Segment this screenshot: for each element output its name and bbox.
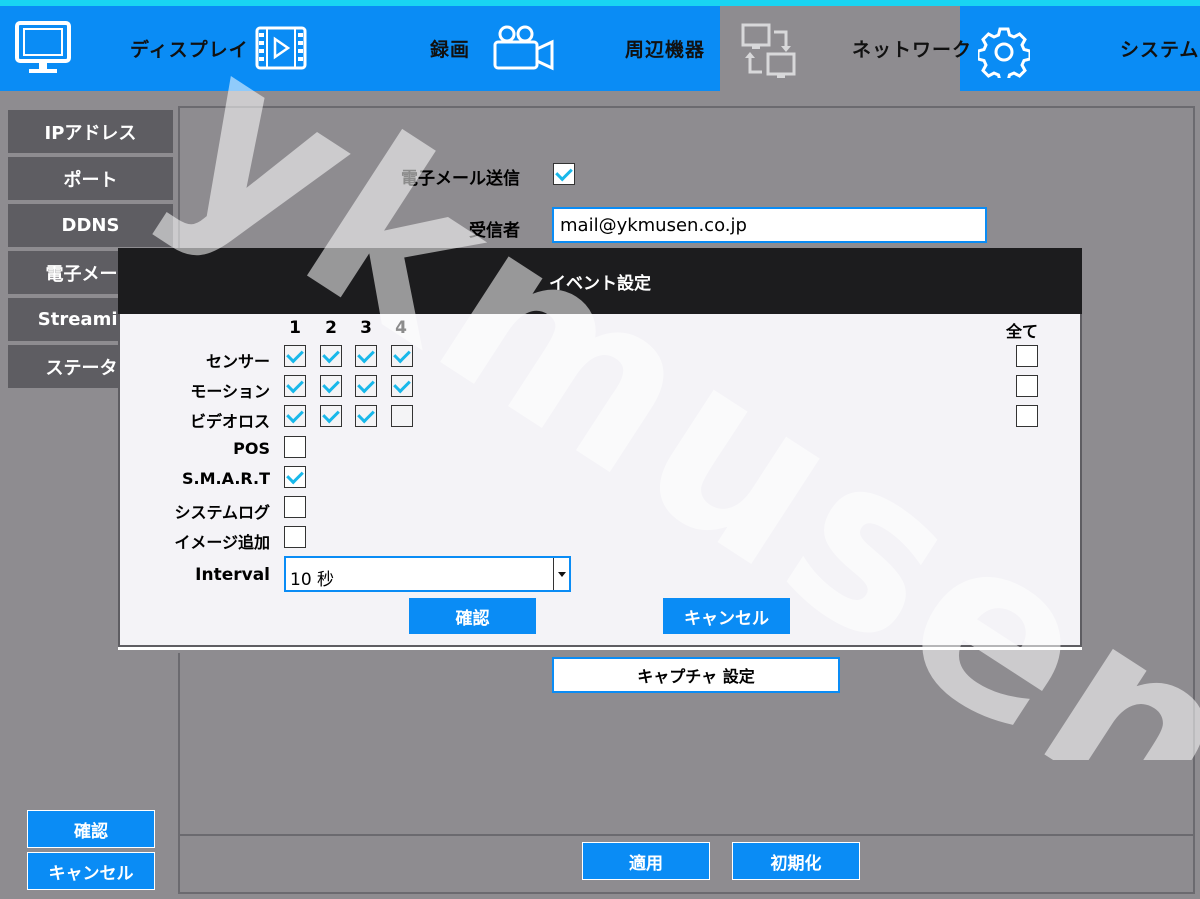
dialog-bottom-edge <box>118 647 1082 653</box>
sidebar-item-label: IPアドレス <box>44 122 137 144</box>
video-loss-ch3-checkbox[interactable] <box>355 405 377 427</box>
apply-button[interactable]: 適用 <box>582 842 710 880</box>
nav-record-label: 録画 <box>430 39 471 61</box>
video-loss-ch2-checkbox[interactable] <box>320 405 342 427</box>
video-loss-ch4-checkbox[interactable] <box>391 405 413 427</box>
nav-network-label: ネットワーク <box>852 39 973 61</box>
motion-ch3-checkbox[interactable] <box>355 375 377 397</box>
column-header-all: 全て <box>1006 322 1039 341</box>
interval-select[interactable]: 10 秒 <box>284 556 571 592</box>
recipient-input[interactable]: mail@ykmusen.co.jp <box>552 207 987 243</box>
motion-ch1-checkbox[interactable] <box>284 375 306 397</box>
video-loss-label: ビデオロス <box>189 412 270 431</box>
dialog-cancel-button[interactable]: キャンセル <box>663 598 790 634</box>
sensor-label: センサー <box>205 352 270 371</box>
sensor-ch4-checkbox[interactable] <box>391 345 413 367</box>
nav-display[interactable]: ディスプレイ <box>130 6 249 91</box>
column-header-1: 1 <box>289 318 301 338</box>
smart-label: S.M.A.R.T <box>182 469 270 488</box>
capture-settings-button[interactable]: キャプチャ 設定 <box>552 657 840 693</box>
sidebar-cancel-button[interactable]: キャンセル <box>27 852 155 890</box>
monitor-icon[interactable] <box>14 20 72 80</box>
gear-icon[interactable] <box>976 26 1032 83</box>
sidebar-item-port[interactable]: ポート <box>8 157 173 202</box>
chevron-down-icon[interactable] <box>553 558 569 590</box>
sensor-all-checkbox[interactable] <box>1016 345 1038 367</box>
system-log-label: システムログ <box>174 503 270 522</box>
email-send-checkbox[interactable] <box>553 163 575 185</box>
column-header-3: 3 <box>360 318 372 338</box>
event-settings-dialog: イベント設定 1 2 3 4 全て センサー モーション ビデオロス POS S… <box>118 248 1082 653</box>
reset-button[interactable]: 初期化 <box>732 842 860 880</box>
nav-network[interactable]: ネットワーク <box>852 6 972 91</box>
nav-peripheral-label: 周辺機器 <box>625 39 706 61</box>
sidebar-item-ddns[interactable]: DDNS <box>8 204 173 249</box>
video-camera-icon[interactable] <box>492 24 556 78</box>
motion-ch2-checkbox[interactable] <box>320 375 342 397</box>
film-icon[interactable] <box>255 26 307 74</box>
dialog-title: イベント設定 <box>118 248 1082 314</box>
column-header-4: 4 <box>395 318 407 338</box>
network-icon[interactable] <box>740 22 798 86</box>
add-image-label: イメージ追加 <box>174 533 270 552</box>
video-loss-all-checkbox[interactable] <box>1016 405 1038 427</box>
nav-system-label: システム <box>1120 39 1200 61</box>
interval-value: 10 秒 <box>290 570 335 590</box>
system-log-checkbox[interactable] <box>284 496 306 518</box>
pos-checkbox[interactable] <box>284 436 306 458</box>
motion-label: モーション <box>190 382 270 401</box>
smart-checkbox[interactable] <box>284 466 306 488</box>
top-navigation: ディスプレイ 録画 周辺機器 ネットワーク システム <box>0 0 1200 91</box>
sidebar-item-ip-address[interactable]: IPアドレス <box>8 110 173 155</box>
sensor-ch3-checkbox[interactable] <box>355 345 377 367</box>
nav-record[interactable]: 録画 <box>430 6 470 91</box>
sensor-ch2-checkbox[interactable] <box>320 345 342 367</box>
nav-peripheral[interactable]: 周辺機器 <box>625 6 705 91</box>
add-image-checkbox[interactable] <box>284 526 306 548</box>
nav-system[interactable]: システム <box>1120 6 1199 91</box>
email-send-label: 電子メール送信 <box>401 169 520 189</box>
sidebar-item-label: ポート <box>63 169 118 191</box>
sidebar-item-label: DDNS <box>61 215 120 236</box>
sidebar-ok-button[interactable]: 確認 <box>27 810 155 848</box>
video-loss-ch1-checkbox[interactable] <box>284 405 306 427</box>
nav-display-label: ディスプレイ <box>130 39 249 61</box>
motion-ch4-checkbox[interactable] <box>391 375 413 397</box>
column-header-2: 2 <box>325 318 337 338</box>
footer-divider <box>178 834 1195 836</box>
recipient-label: 受信者 <box>469 221 520 241</box>
pos-label: POS <box>233 439 270 458</box>
dialog-ok-button[interactable]: 確認 <box>409 598 536 634</box>
sensor-ch1-checkbox[interactable] <box>284 345 306 367</box>
motion-all-checkbox[interactable] <box>1016 375 1038 397</box>
interval-label: Interval <box>195 565 270 585</box>
